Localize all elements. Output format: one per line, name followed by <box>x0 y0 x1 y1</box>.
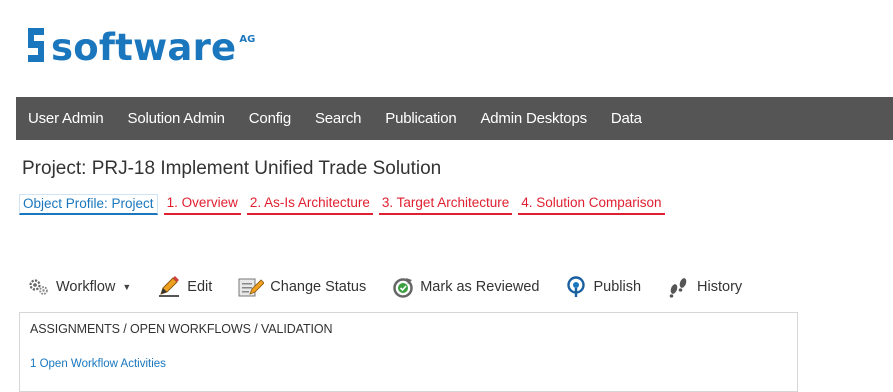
assignments-panel: ASSIGNMENTS / OPEN WORKFLOWS / VALIDATIO… <box>19 312 798 392</box>
edit-label: Edit <box>187 279 213 295</box>
nav-solution-admin[interactable]: Solution Admin <box>116 110 237 127</box>
page-title: Project: PRJ-18 Implement Unified Trade … <box>22 158 442 179</box>
software-ag-logo-mark-icon <box>28 28 44 62</box>
mark-as-reviewed-button[interactable]: Mark as Reviewed <box>392 276 539 298</box>
tab-object-profile[interactable]: Object Profile: Project <box>19 194 158 215</box>
nav-data[interactable]: Data <box>599 110 654 127</box>
footprints-icon <box>667 276 691 298</box>
chevron-down-icon: ▼ <box>122 282 132 292</box>
action-toolbar: Workflow ▼ Edit Change Status Mark as Re… <box>28 272 768 302</box>
publish-icon <box>565 276 587 298</box>
nav-search[interactable]: Search <box>303 110 373 127</box>
publish-button[interactable]: Publish <box>565 276 641 298</box>
history-label: History <box>697 279 743 295</box>
tab-target-architecture[interactable]: 3. Target Architecture <box>378 194 513 215</box>
section-tabs: Object Profile: Project 1. Overview 2. A… <box>19 194 671 215</box>
nav-user-admin[interactable]: User Admin <box>16 110 116 127</box>
change-status-button[interactable]: Change Status <box>238 276 366 298</box>
software-ag-logo: software AG <box>26 26 255 70</box>
workflow-dropdown-button[interactable]: Workflow ▼ <box>28 278 131 296</box>
pencil-icon <box>157 276 181 298</box>
nav-admin-desktops[interactable]: Admin Desktops <box>468 110 598 127</box>
gears-icon <box>28 278 50 296</box>
tab-as-is-architecture[interactable]: 2. As-Is Architecture <box>246 194 373 215</box>
reviewed-icon <box>392 276 414 298</box>
tab-solution-comparison[interactable]: 4. Solution Comparison <box>518 194 665 215</box>
nav-config[interactable]: Config <box>237 110 303 127</box>
mark-as-reviewed-label: Mark as Reviewed <box>420 279 540 295</box>
logo-wordmark: software <box>51 26 237 69</box>
edit-button[interactable]: Edit <box>157 276 212 298</box>
open-workflow-activities-link[interactable]: 1 Open Workflow Activities <box>30 358 166 370</box>
change-status-label: Change Status <box>270 279 367 295</box>
publish-label: Publish <box>593 279 642 295</box>
change-status-icon <box>238 276 265 298</box>
main-nav-bar: User Admin Solution Admin Config Search … <box>16 97 893 140</box>
panel-title: ASSIGNMENTS / OPEN WORKFLOWS / VALIDATIO… <box>30 322 333 336</box>
nav-publication[interactable]: Publication <box>373 110 468 127</box>
workflow-label: Workflow <box>56 279 116 295</box>
tab-overview[interactable]: 1. Overview <box>163 194 241 215</box>
history-button[interactable]: History <box>667 276 742 298</box>
logo-suffix: AG <box>239 34 256 45</box>
